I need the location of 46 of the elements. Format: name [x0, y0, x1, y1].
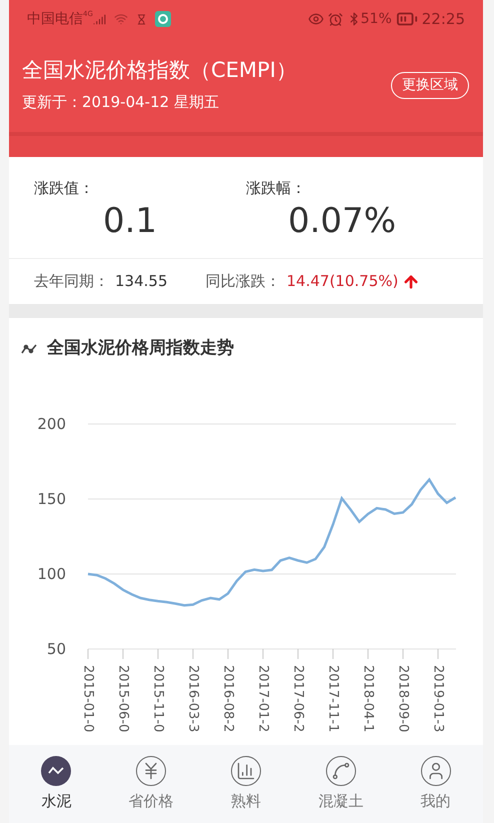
yoy-value: 14.47(10.75%): [286, 271, 398, 292]
stat-value: 0.07%: [288, 200, 396, 242]
nav-icon: [136, 756, 166, 786]
nav-icon: [41, 756, 72, 786]
axis-label: 2017-01-2: [255, 665, 270, 732]
alarm-icon: [328, 12, 343, 26]
app-icon: [154, 11, 171, 27]
axis-label: 2017-06-2: [290, 665, 306, 732]
axis-label: 2018-04-1: [360, 665, 376, 732]
axis-label: 2015-01-0: [80, 665, 96, 732]
nav-tab[interactable]: 水泥: [16, 756, 96, 812]
axis-label: 150: [37, 490, 66, 508]
update-date: 更新于：2019-04-12 星期五: [22, 92, 220, 113]
axis-label: 100: [37, 565, 66, 583]
axis-label: 200: [37, 415, 66, 433]
nav-tab[interactable]: 我的: [396, 756, 476, 812]
nav-tab[interactable]: 混凝土: [300, 756, 381, 812]
yoy-label: 同比涨跌：: [206, 271, 280, 292]
nav-icon: [326, 756, 356, 786]
last-year-label: 去年同期：: [34, 271, 109, 292]
hourglass-icon: [136, 14, 147, 24]
nav-tab[interactable]: 省价格: [111, 756, 192, 812]
change-region-button[interactable]: 更换区域: [391, 72, 469, 98]
nav-icon: [230, 756, 261, 786]
eye-icon: [308, 11, 324, 27]
axis-label: 2017-11-1: [325, 665, 340, 732]
carrier-name: 中国电信: [27, 10, 83, 28]
page-title: 全国水泥价格指数（CEMPI）: [22, 56, 298, 83]
axis-label: 50: [46, 640, 66, 658]
axis-label: 2018-09-0: [395, 665, 410, 732]
last-year-value: 134.55: [115, 271, 168, 292]
nav-icon: [420, 756, 451, 786]
battery-level: 51%: [360, 10, 392, 28]
line-chart-icon: [21, 343, 37, 355]
axis-label: 2016-08-2: [220, 665, 236, 732]
wifi-icon: [114, 12, 128, 26]
axis-label: 2016-03-3: [185, 665, 200, 732]
axis-label: 2015-06-0: [115, 665, 130, 732]
chart-title: 全国水泥价格周指数走势: [47, 337, 234, 360]
clock-time: 22:25: [422, 8, 465, 30]
nav-tab[interactable]: 熟料: [206, 756, 286, 812]
stat-value: 0.1: [102, 200, 158, 242]
stat-label: 涨跌幅：: [246, 178, 307, 199]
stat-label: 涨跌值：: [34, 178, 95, 199]
axis-label: 2019-01-3: [430, 665, 446, 732]
axis-label: 2015-11-0: [150, 665, 166, 732]
